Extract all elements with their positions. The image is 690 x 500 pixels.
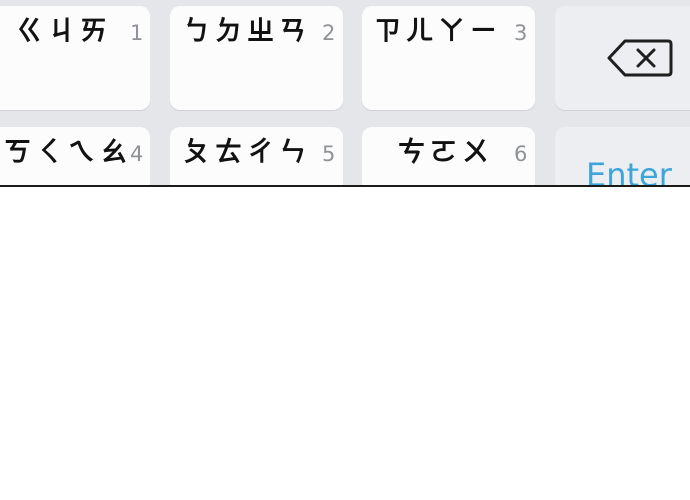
- key-2-glyphs: ㄅㄉㄓㄢ: [183, 16, 311, 47]
- key-5-number: 5: [322, 142, 336, 166]
- key-4-number: 4: [130, 142, 144, 166]
- key-6-number: 6: [514, 142, 528, 166]
- backspace-icon: [607, 39, 673, 77]
- key-2-number: 2: [322, 21, 336, 45]
- key-5-glyphs: ㄆㄊㄔㄣ: [183, 137, 311, 168]
- key-6[interactable]: ㄘㄛㄨ 6: [362, 127, 535, 185]
- key-2[interactable]: ㄅㄉㄓㄢ 2: [170, 6, 343, 110]
- key-1-glyphs: ㄍㄐㄞ: [16, 16, 112, 47]
- key-1[interactable]: ㄍㄐㄞ 1: [0, 6, 150, 110]
- zhuyin-keyboard: ㄍㄐㄞ 1 ㄅㄉㄓㄢ 2 ㄗㄦㄚㄧ 3 ㄎㄑㄟㄠ 4 ㄆㄊㄔㄣ 5 ㄘㄛㄨ 6 …: [0, 0, 690, 187]
- key-3-glyphs: ㄗㄦㄚㄧ: [374, 16, 502, 47]
- backspace-key[interactable]: [555, 6, 690, 110]
- enter-key-label: Enter: [586, 156, 672, 187]
- key-4-glyphs: ㄎㄑㄟㄠ: [4, 137, 132, 168]
- key-3[interactable]: ㄗㄦㄚㄧ 3: [362, 6, 535, 110]
- key-1-number: 1: [130, 21, 144, 45]
- key-6-glyphs: ㄘㄛㄨ: [398, 137, 494, 168]
- blank-area: [0, 187, 690, 500]
- key-4[interactable]: ㄎㄑㄟㄠ 4: [0, 127, 150, 185]
- key-5[interactable]: ㄆㄊㄔㄣ 5: [170, 127, 343, 185]
- key-3-number: 3: [514, 21, 528, 45]
- enter-key[interactable]: Enter: [555, 127, 690, 187]
